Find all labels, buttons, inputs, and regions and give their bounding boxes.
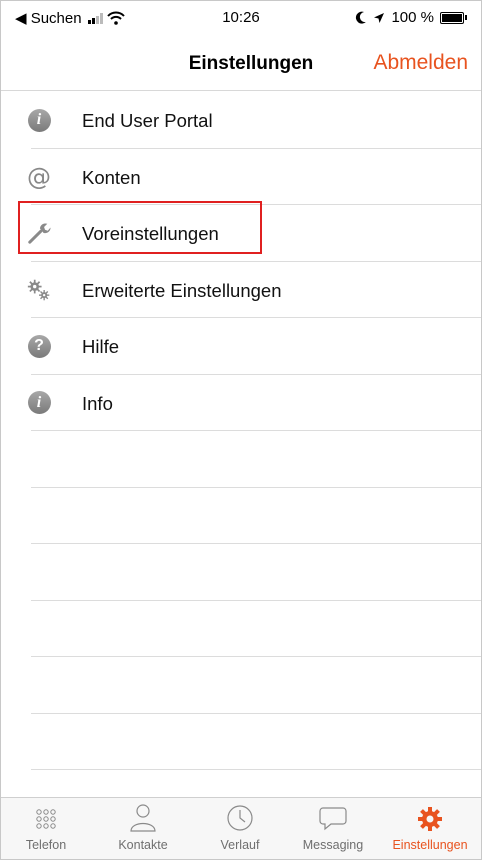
tab-kontakte[interactable]: Kontakte <box>91 798 195 859</box>
tab-label: Telefon <box>25 838 67 852</box>
tab-label: Kontakte <box>118 838 168 852</box>
settings-item-konten[interactable]: @ Konten <box>1 149 481 205</box>
settings-list: i End User Portal @ Konten Voreinstellun… <box>1 92 481 770</box>
info-icon: i <box>27 391 51 415</box>
settings-item-label: Hilfe <box>82 336 120 357</box>
tab-telefon[interactable]: Telefon <box>1 798 91 859</box>
logout-button[interactable]: Abmelden <box>373 51 468 75</box>
location-icon <box>374 12 385 23</box>
empty-row <box>1 544 481 601</box>
help-icon: ? <box>27 334 51 358</box>
moon-icon <box>356 11 367 24</box>
status-bar: ◀ Suchen 10:26 100 % <box>1 1 481 37</box>
tab-bar: Telefon Kontakte Verlauf Messaging Einst… <box>1 797 481 859</box>
settings-item-erweiterte-einstellungen[interactable]: Erweiterte Einstellungen <box>1 262 481 318</box>
settings-item-label: Erweiterte Einstellungen <box>82 279 282 301</box>
settings-item-info[interactable]: i Info <box>1 375 481 431</box>
battery-icon <box>440 11 467 24</box>
settings-item-label: Info <box>82 392 113 414</box>
empty-row <box>1 431 481 488</box>
gear-icon <box>381 798 479 832</box>
battery-percent: 100 % <box>391 9 434 26</box>
navigation-bar: Einstellungen Abmelden <box>1 37 481 91</box>
empty-row <box>1 601 481 657</box>
app-screen: ◀ Suchen 10:26 100 % Einstellungen Abmel… <box>0 0 482 860</box>
tab-label: Einstellungen <box>392 838 468 852</box>
chat-icon <box>285 798 381 832</box>
tab-messaging[interactable]: Messaging <box>285 798 381 859</box>
clock-icon <box>195 798 285 832</box>
settings-item-label: End User Portal <box>82 110 213 131</box>
keypad-icon <box>1 798 91 832</box>
at-icon: @ <box>27 162 51 191</box>
tab-label: Verlauf <box>220 838 260 852</box>
empty-row <box>1 714 481 770</box>
info-icon: i <box>27 108 51 132</box>
contact-icon <box>91 798 195 832</box>
settings-item-end-user-portal[interactable]: i End User Portal <box>1 92 481 149</box>
status-bar-right: 100 % <box>355 9 467 26</box>
settings-item-hilfe[interactable]: ? Hilfe <box>1 318 481 375</box>
tab-label: Messaging <box>302 838 364 852</box>
tab-einstellungen[interactable]: Einstellungen <box>381 798 479 859</box>
empty-row <box>1 657 481 714</box>
tab-verlauf[interactable]: Verlauf <box>195 798 285 859</box>
settings-item-label: Konten <box>82 166 141 188</box>
highlight-box <box>18 201 262 254</box>
empty-row <box>1 488 481 544</box>
gears-icon <box>27 278 51 302</box>
